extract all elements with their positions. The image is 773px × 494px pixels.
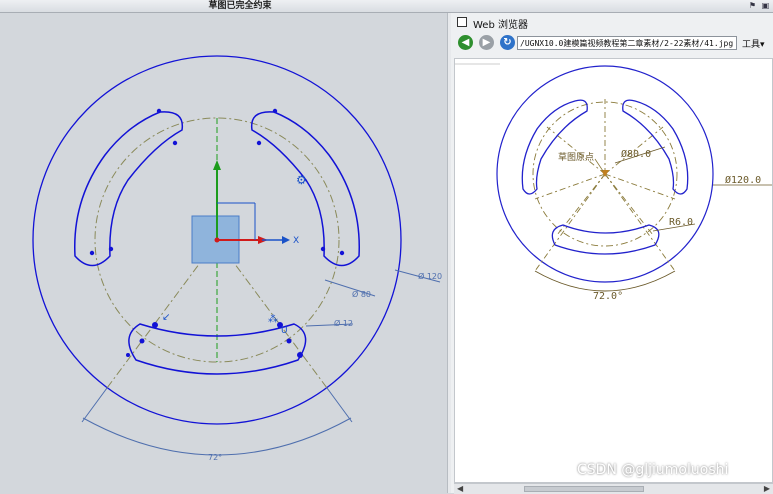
- forward-icon[interactable]: ▶: [479, 35, 494, 50]
- sketch-drawing: X ⚙ ⁂ U ↙ Ø 120 Ø 80 Ø 12 72°: [32, 55, 442, 462]
- svg-text:U: U: [281, 326, 288, 336]
- panel-header: Web 浏览器: [451, 13, 773, 31]
- restore-icon[interactable]: ▣: [761, 1, 770, 10]
- dropdown-icon: ▾: [760, 40, 765, 50]
- dim-outer-diameter: Ø 120: [418, 271, 442, 281]
- flag-icon[interactable]: ⚑: [748, 1, 757, 10]
- web-browser-panel: Web 浏览器 ◀ ▶ ↻ /UGNX10.0建模篇视频教程第二章素材/2-22…: [451, 13, 773, 494]
- dim-slot-width: Ø 12: [334, 318, 353, 328]
- image-viewer[interactable]: 草图原点 Ø80.0 Ø120.0 R6.0 72.0°: [454, 58, 773, 483]
- sketch-canvas[interactable]: X ⚙ ⁂ U ↙ Ø 120 Ø 80 Ø 12 72°: [0, 13, 447, 493]
- slot-right: [250, 111, 360, 267]
- window-title: 草图已完全约束: [208, 1, 272, 11]
- browser-toolbar: ◀ ▶ ↻ /UGNX10.0建模篇视频教程第二章素材/2-22素材/41.jp…: [451, 33, 773, 55]
- angle-label: 72.0°: [593, 291, 623, 302]
- panel-title: Web 浏览器: [473, 20, 528, 31]
- tools-menu[interactable]: 工具▾: [742, 37, 765, 50]
- panel-toggle-checkbox[interactable]: [457, 17, 467, 27]
- tools-label: 工具: [742, 40, 761, 50]
- slot-left: [74, 111, 184, 267]
- x-axis-label: X: [293, 236, 299, 246]
- scroll-thumb[interactable]: [524, 486, 644, 492]
- dim-angle: 72°: [208, 453, 222, 462]
- svg-text:⚙: ⚙: [296, 173, 307, 187]
- window-title-bar: 草图已完全约束 ⚑ ▣: [0, 0, 773, 13]
- svg-text:⁂: ⁂: [268, 313, 278, 325]
- dim-pitch-diameter: Ø 80: [352, 289, 371, 299]
- pitch-diameter-label: Ø80.0: [621, 148, 651, 160]
- refresh-icon[interactable]: ↻: [500, 35, 515, 50]
- svg-text:↙: ↙: [162, 312, 170, 323]
- back-icon[interactable]: ◀: [458, 35, 473, 50]
- url-field[interactable]: /UGNX10.0建模篇视频教程第二章素材/2-22素材/41.jpg: [517, 36, 737, 50]
- watermark: CSDN @gljiumoluoshi: [577, 462, 729, 478]
- radius-label: R6.0: [669, 217, 693, 228]
- reference-image: 草图原点 Ø80.0 Ø120.0 R6.0 72.0°: [455, 63, 772, 302]
- outer-diameter-label: Ø120.0: [725, 174, 761, 186]
- origin-label: 草图原点: [558, 151, 594, 163]
- horizontal-scrollbar[interactable]: ◀ ▶: [454, 483, 773, 494]
